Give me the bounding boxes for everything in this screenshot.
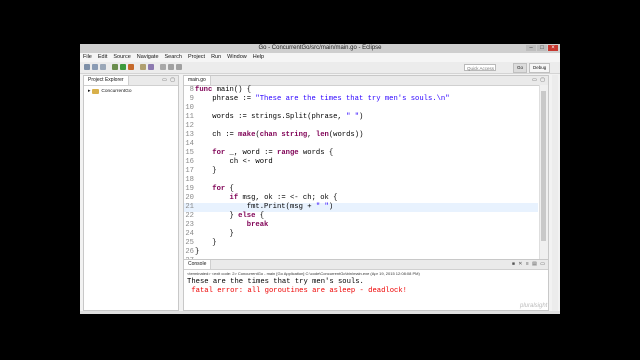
perspective-debug[interactable]: Debug bbox=[529, 63, 551, 73]
view-controls[interactable]: ▭ ▢ bbox=[162, 77, 176, 84]
quick-access-input[interactable]: Quick Access bbox=[464, 64, 496, 71]
menu-source[interactable]: Source bbox=[113, 53, 130, 62]
code-line[interactable]: words := strings.Split(phrase, " ") bbox=[195, 113, 363, 121]
project-explorer-panel: Project Explorer ▭ ▢ ▸ ConcurrentGo bbox=[83, 75, 179, 311]
console-process-info: <terminated> <exit code: 2> ConcurrentGo… bbox=[187, 271, 420, 276]
menu-navigate[interactable]: Navigate bbox=[137, 53, 159, 62]
line-number: 17 bbox=[185, 167, 194, 175]
line-number: 12 bbox=[185, 122, 194, 130]
tab-console[interactable]: Console bbox=[184, 260, 212, 269]
menu-project[interactable]: Project bbox=[188, 53, 205, 62]
console-output-line: These are the times that try men's souls… bbox=[187, 278, 364, 286]
eclipse-window: Go - ConcurrentGo/src/main/main.go - Ecl… bbox=[80, 44, 560, 314]
perspective-switcher: Go Debug bbox=[513, 63, 551, 73]
code-line[interactable]: func main() { bbox=[195, 86, 251, 94]
save-icon[interactable] bbox=[92, 64, 98, 70]
line-number: 18 bbox=[185, 176, 194, 184]
code-line[interactable]: } bbox=[195, 239, 216, 247]
forward-icon[interactable] bbox=[176, 64, 182, 70]
line-number: 10 bbox=[185, 104, 194, 112]
status-bar bbox=[80, 311, 560, 314]
close-button[interactable]: × bbox=[548, 45, 558, 51]
code-line[interactable]: } bbox=[195, 248, 199, 256]
menu-edit[interactable]: Edit bbox=[98, 53, 107, 62]
code-line[interactable]: ch <- word bbox=[195, 158, 273, 166]
project-label: ConcurrentGo bbox=[101, 89, 132, 94]
line-number: 13 bbox=[185, 131, 194, 139]
console-toolbar[interactable]: ■ ✕ ≡ ▤ ▭ bbox=[512, 261, 546, 268]
code-line[interactable]: if msg, ok := <- ch; ok { bbox=[195, 194, 338, 202]
folder-icon bbox=[92, 89, 100, 94]
line-number: 20 bbox=[185, 194, 194, 202]
line-number: 11 bbox=[185, 113, 194, 121]
menu-file[interactable]: File bbox=[83, 53, 92, 62]
debug-icon[interactable] bbox=[112, 64, 118, 70]
perspective-go[interactable]: Go bbox=[513, 63, 528, 73]
line-number: 9 bbox=[189, 95, 194, 103]
menu-window[interactable]: Window bbox=[227, 53, 247, 62]
line-number: 26 bbox=[185, 248, 194, 256]
annotation-icon[interactable] bbox=[160, 64, 166, 70]
code-line[interactable]: } bbox=[195, 167, 216, 175]
run-icon[interactable] bbox=[120, 64, 126, 70]
code-line[interactable]: for { bbox=[195, 185, 234, 193]
line-number: 15 bbox=[185, 149, 194, 157]
code-line[interactable]: phrase := "These are the times that try … bbox=[195, 95, 449, 103]
tab-project-explorer[interactable]: Project Explorer bbox=[84, 76, 129, 85]
line-number: 25 bbox=[185, 239, 194, 247]
code-line[interactable]: } else { bbox=[195, 212, 265, 220]
title-bar: Go - ConcurrentGo/src/main/main.go - Ecl… bbox=[80, 44, 560, 53]
menu-run[interactable]: Run bbox=[211, 53, 221, 62]
line-number: 8 bbox=[189, 86, 194, 94]
console-panel: Console ■ ✕ ≡ ▤ ▭ <terminated> <exit cod… bbox=[183, 259, 549, 311]
minimize-button[interactable]: – bbox=[526, 45, 536, 51]
expand-arrow-icon[interactable]: ▸ bbox=[88, 89, 90, 94]
code-line[interactable]: } bbox=[195, 230, 234, 238]
watermark: pluralsight bbox=[520, 303, 548, 309]
search-icon[interactable] bbox=[148, 64, 154, 70]
line-number: 23 bbox=[185, 221, 194, 229]
print-icon[interactable] bbox=[100, 64, 106, 70]
line-number: 14 bbox=[185, 140, 194, 148]
tab-main-go[interactable]: main.go bbox=[184, 76, 211, 85]
right-trim bbox=[552, 75, 558, 311]
code-line[interactable]: for _, word := range words { bbox=[195, 149, 333, 157]
code-line[interactable]: break bbox=[195, 221, 269, 229]
editor-view-controls[interactable]: ▭ ▢ bbox=[532, 77, 546, 84]
line-number: 16 bbox=[185, 158, 194, 166]
window-title: Go - ConcurrentGo/src/main/main.go - Ecl… bbox=[258, 45, 382, 51]
external-tools-icon[interactable] bbox=[128, 64, 134, 70]
menu-help[interactable]: Help bbox=[253, 53, 264, 62]
line-number: 24 bbox=[185, 230, 194, 238]
new-icon[interactable] bbox=[84, 64, 90, 70]
back-icon[interactable] bbox=[168, 64, 174, 70]
line-number: 22 bbox=[185, 212, 194, 220]
code-line[interactable]: fmt.Print(msg + " ") bbox=[195, 203, 333, 211]
code-line[interactable]: ch := make(chan string, len(words)) bbox=[195, 131, 363, 139]
tree-item-project[interactable]: ▸ ConcurrentGo bbox=[88, 89, 132, 94]
maximize-button[interactable]: □ bbox=[537, 45, 547, 51]
menu-search[interactable]: Search bbox=[165, 53, 182, 62]
line-number: 19 bbox=[185, 185, 194, 193]
open-type-icon[interactable] bbox=[140, 64, 146, 70]
line-number: 21 bbox=[185, 203, 194, 211]
console-error-line: fatal error: all goroutines are asleep -… bbox=[187, 287, 407, 295]
menu-bar: File Edit Source Navigate Search Project… bbox=[80, 53, 560, 62]
